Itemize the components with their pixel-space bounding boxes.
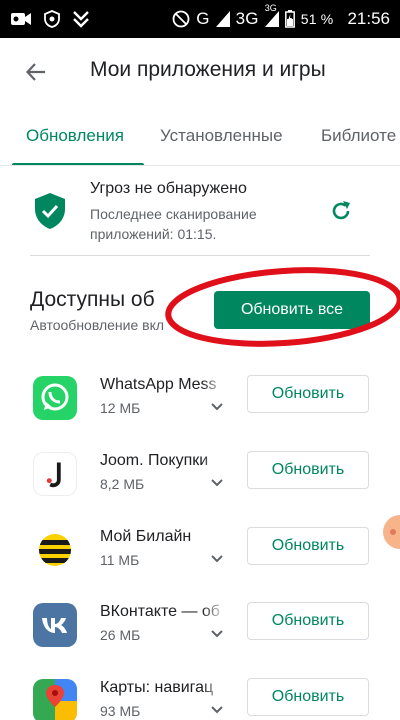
battery-percent: 51 %: [300, 11, 334, 27]
update-button[interactable]: Обновить: [247, 375, 369, 413]
download-check-icon: [72, 10, 90, 28]
signal-icon-2: 3G: [264, 3, 279, 27]
list-item[interactable]: Joom. Покупки 8,2 МБ Обновить: [0, 451, 400, 528]
network-type: G: [196, 9, 210, 28]
tab-library[interactable]: Библиоте: [321, 126, 396, 146]
update-button[interactable]: Обновить: [247, 678, 369, 716]
app-name: WhatsApp Mess: [100, 376, 226, 394]
app-bar: Мои приложения и игры: [0, 38, 400, 104]
signal-icon: [215, 11, 230, 27]
app-name: Joom. Покупки: [100, 452, 226, 470]
page-title: Мои приложения и игры: [90, 58, 326, 81]
whatsapp-icon: [33, 376, 77, 420]
security-subtitle: Последнее сканирование приложений: 01:15…: [90, 206, 257, 242]
update-button[interactable]: Обновить: [247, 451, 369, 489]
app-name: Карты: навигац: [100, 679, 226, 697]
updates-title: Доступны об: [30, 288, 155, 311]
shield-check-icon: [34, 192, 66, 235]
update-button[interactable]: Обновить: [247, 602, 369, 640]
tab-installed[interactable]: Установленные: [160, 126, 283, 146]
battery-icon: [284, 10, 295, 28]
app-name: Мой Билайн: [100, 528, 226, 546]
tab-updates[interactable]: Обновления: [26, 126, 124, 146]
app-name: ВКонтакте — об: [100, 603, 226, 621]
refresh-icon[interactable]: [326, 196, 356, 226]
status-bar: G 3G 3G 51 % 21:56: [0, 0, 400, 38]
app-size: 26 МБ: [100, 627, 141, 643]
app-size: 12 МБ: [100, 400, 141, 416]
beeline-icon: [33, 528, 77, 572]
joom-icon: [33, 452, 77, 496]
divider: [30, 255, 370, 256]
app-size: 93 МБ: [100, 703, 141, 719]
vpn-shield-icon: [44, 10, 60, 28]
do-not-disturb-icon: [172, 10, 190, 28]
update-all-button[interactable]: Обновить все: [214, 291, 370, 329]
network-type-2: 3G: [235, 9, 259, 28]
list-item[interactable]: Карты: навигац 93 МБ Обновить: [0, 678, 400, 720]
tab-bar: Обновления Установленные Библиоте: [0, 114, 400, 166]
chevron-down-icon[interactable]: [210, 552, 224, 566]
tab-indicator: [12, 163, 144, 165]
security-status: Угроз не обнаружено Последнее сканирован…: [0, 170, 400, 256]
list-item[interactable]: Мой Билайн 11 МБ Обновить: [0, 527, 400, 604]
list-item[interactable]: ВКонтакте — об 26 МБ Обновить: [0, 602, 400, 679]
app-size: 8,2 МБ: [100, 476, 145, 492]
auto-update-status: Автообновление вкл: [30, 317, 165, 333]
app-size: 11 МБ: [100, 552, 140, 568]
security-title: Угроз не обнаружено: [90, 180, 247, 197]
chevron-down-icon[interactable]: [210, 627, 224, 641]
chevron-down-icon[interactable]: [210, 400, 224, 414]
chevron-down-icon[interactable]: [210, 476, 224, 490]
update-button[interactable]: Обновить: [247, 527, 369, 565]
clock: 21:56: [347, 9, 390, 28]
vk-icon: [33, 603, 77, 647]
arrow-back-icon[interactable]: [22, 58, 50, 86]
network-superscript: 3G: [264, 3, 277, 13]
video-camera-icon: [10, 11, 32, 27]
chevron-down-icon[interactable]: [210, 703, 224, 717]
list-item[interactable]: WhatsApp Mess 12 МБ Обновить: [0, 375, 400, 452]
google-maps-icon: [33, 679, 77, 720]
